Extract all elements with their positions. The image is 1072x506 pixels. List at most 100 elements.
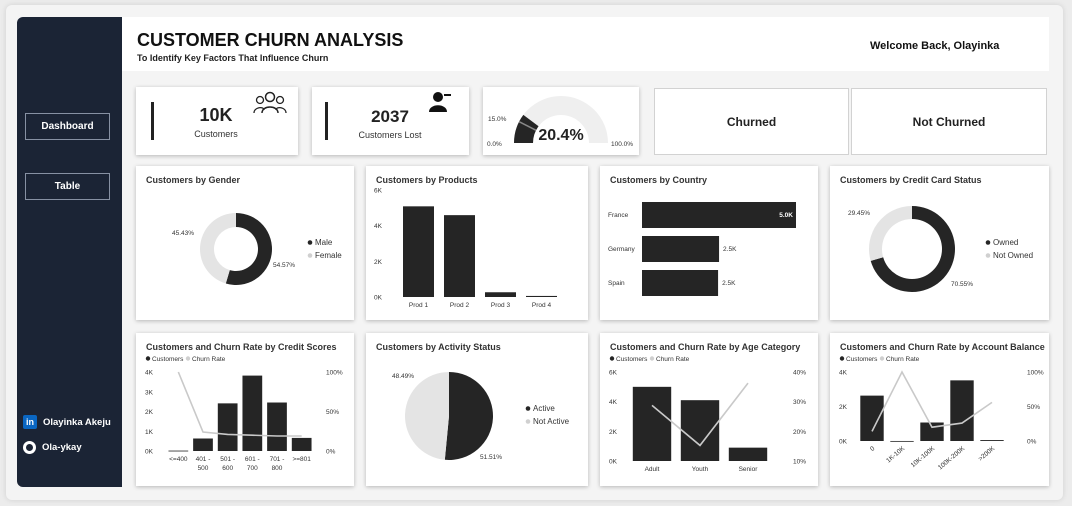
y-tick: 2K [839, 404, 848, 411]
not-churned-slicer[interactable]: Not Churned [851, 88, 1047, 155]
gauge-target-label: 15.0% [488, 116, 507, 123]
country-chart-card: Customers by Country France 5.0K Germany 2.… [600, 166, 818, 320]
bar [890, 440, 914, 442]
activity-chart-card: Customers by Activity Status 51.51% 48.49… [366, 333, 588, 486]
legend-label: Owned [993, 238, 1018, 247]
churned-slicer-label: Churned [726, 115, 777, 129]
x-tick: 1K-10K [885, 445, 907, 465]
slice-active [444, 372, 493, 460]
x-tick: 500 [198, 465, 209, 472]
data-label: 2.5K [723, 246, 737, 253]
page-subtitle: To Identify Key Factors That Influence C… [137, 53, 329, 63]
gender-donut: 54.57% 45.43% Male Female [172, 213, 342, 285]
x-tick: Prod 1 [409, 302, 429, 309]
header: CUSTOMER CHURN ANALYSIS To Identify Key … [122, 17, 1049, 71]
y2-tick: 0% [326, 449, 336, 456]
table-nav-button[interactable]: Table [25, 173, 110, 200]
y-tick: Spain [608, 280, 625, 287]
slice-not-owned [869, 206, 912, 261]
data-label: 48.49% [392, 373, 414, 380]
y-tick: Germany [608, 246, 635, 253]
linkedin-icon: in [23, 415, 37, 429]
legend-label: Customers [152, 356, 184, 363]
credit-card-chart-card: Customers by Credit Card Status 70.55% 29… [830, 166, 1049, 320]
legend-label: Churn Rate [656, 356, 690, 363]
github-label: Ola-ykay [42, 442, 82, 453]
legend-marker [185, 356, 191, 361]
bar [485, 292, 516, 297]
data-label: 45.43% [172, 230, 194, 237]
balance-chart-card: Customers and Churn Rate by Account Bala… [830, 333, 1049, 486]
y-tick: 3K [145, 389, 154, 396]
bar [980, 440, 1004, 441]
credit-scores-chart-card: Customers and Churn Rate by Credit Score… [136, 333, 354, 486]
not-churned-slicer-label: Not Churned [912, 115, 986, 129]
legend-label: Active [533, 404, 555, 413]
bar [728, 447, 768, 461]
bar [291, 437, 312, 451]
products-bar-chart: 6K 4K 2K 0K Prod 1 Prod 2 Prod 3 Prod 4 [374, 188, 557, 309]
x-tick: 800 [272, 465, 283, 472]
y-tick: 2K [609, 429, 618, 436]
bar [680, 400, 720, 461]
y-tick: 0K [374, 295, 383, 302]
x-tick: 10K-100K [910, 445, 937, 469]
x-tick: Adult [645, 466, 660, 473]
legend-marker [609, 356, 615, 361]
y2-tick: 50% [326, 409, 339, 416]
gender-chart-card: Customers by Gender 54.57% 45.43% Male Fema… [136, 166, 354, 320]
kpi-customers-card: 10K Customers [136, 87, 298, 155]
y2-tick: 30% [793, 399, 806, 406]
data-label: 2.5K [722, 280, 736, 287]
y-tick: 0K [145, 449, 154, 456]
age-chart-card: Customers and Churn Rate by Age Category… [600, 333, 818, 486]
users-group-icon [253, 91, 287, 115]
gauge-min-label: 0.0% [487, 141, 502, 148]
x-tick: 501 - [220, 456, 235, 463]
churned-slicer[interactable]: Churned [654, 88, 849, 155]
page-title: CUSTOMER CHURN ANALYSIS [137, 30, 404, 50]
legend-label: Male [315, 238, 333, 247]
gauge-max-label: 100.0% [611, 141, 634, 148]
legend-label: Churn Rate [886, 356, 920, 363]
kpi-lost-card: 2037 Customers Lost [312, 87, 469, 155]
github-link[interactable]: Ola-ykay [23, 441, 82, 454]
legend-label: Not Active [533, 417, 570, 426]
legend-marker [649, 356, 655, 361]
user-minus-icon [429, 91, 453, 113]
y2-tick: 20% [793, 429, 806, 436]
y-tick: 4K [839, 370, 848, 377]
y-tick: 0K [839, 439, 848, 446]
legend-marker [525, 419, 531, 424]
bar [642, 202, 796, 228]
x-tick: 401 - [196, 456, 211, 463]
bar [193, 438, 213, 451]
bar [217, 403, 238, 451]
legend-label: Customers [616, 356, 648, 363]
welcome-text: Welcome Back, Olayinka [870, 40, 1000, 52]
slice-not-active [404, 372, 449, 460]
bar [950, 380, 974, 441]
bar [444, 215, 475, 297]
legend-marker [879, 356, 885, 361]
data-label: 5.0K [779, 212, 793, 219]
x-tick: Senior [739, 466, 759, 473]
x-tick: Prod 3 [491, 302, 511, 309]
kpi-lost-label: Customers Lost [358, 130, 422, 140]
balance-combo-chart: Customers Churn Rate 4K 2K 0K 100% 50% 0% 0 1K-10… [839, 356, 1044, 472]
y-tick: 2K [374, 259, 383, 266]
y2-tick: 100% [326, 370, 343, 377]
legend-label: Churn Rate [192, 356, 226, 363]
dashboard-nav-button[interactable]: Dashboard [25, 113, 110, 140]
linkedin-link[interactable]: in Olayinka Akeju [23, 415, 111, 429]
x-tick: >=801 [292, 456, 311, 463]
sidebar: Dashboard Table in Olayinka Akeju Ola-yk… [17, 17, 122, 487]
y2-tick: 40% [793, 370, 806, 377]
kpi-customers-value: 10K [199, 105, 233, 125]
legend-marker [145, 356, 151, 361]
x-tick: 100K-200K [937, 445, 967, 472]
legend-marker [307, 240, 313, 245]
y-tick: 2K [145, 409, 154, 416]
churn-rate-gauge-card: 20.4% 0.0% 100.0% 15.0% [483, 87, 639, 155]
bar [860, 395, 884, 441]
